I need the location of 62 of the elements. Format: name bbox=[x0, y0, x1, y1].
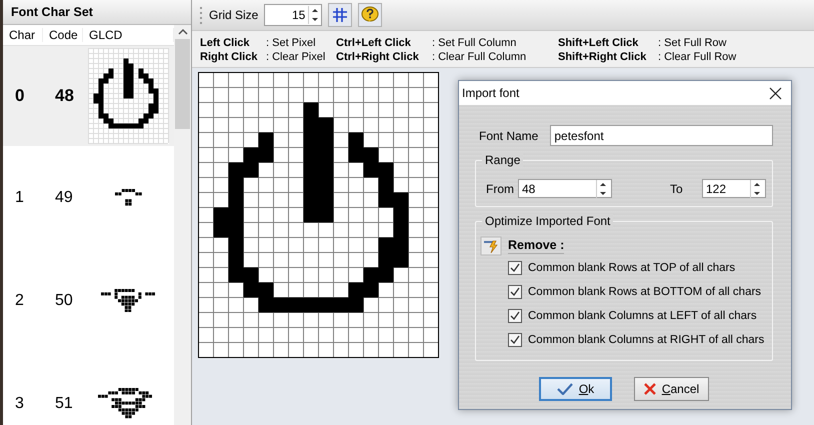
dialog-title: Import font bbox=[462, 86, 520, 100]
range-legend: Range bbox=[482, 153, 524, 167]
code-cell-text: 50 bbox=[54, 292, 74, 310]
glyph-thumbnail-drawing bbox=[114, 189, 142, 206]
to-field[interactable]: 122 bbox=[702, 179, 766, 198]
optimize-legend: Optimize Imported Font bbox=[482, 214, 614, 228]
font-name-field[interactable]: petesfont bbox=[550, 125, 773, 146]
code-cell-text: 49 bbox=[54, 188, 74, 206]
checkbox[interactable] bbox=[508, 333, 522, 347]
help-button[interactable] bbox=[358, 3, 382, 27]
grid-toggle-button[interactable] bbox=[328, 3, 352, 27]
shortcut-action: : Clear Full Row bbox=[658, 51, 738, 63]
option-label: Common blank Rows at TOP of all chars bbox=[528, 262, 736, 274]
shortcut-key: Ctrl+Right Click bbox=[336, 51, 432, 63]
option-label: Common blank Rows at BOTTOM of all chars bbox=[528, 286, 762, 298]
checkbox[interactable] bbox=[508, 309, 522, 323]
option-label: Common blank Columns at RIGHT of all chars bbox=[528, 334, 764, 346]
shortcut-key: Shift+Right Click bbox=[558, 51, 658, 63]
checkbox[interactable] bbox=[508, 285, 522, 299]
shortcut-key: Right Click bbox=[200, 51, 266, 63]
ok-button[interactable]: Ok bbox=[539, 377, 612, 401]
grid-icon bbox=[332, 7, 348, 23]
close-icon[interactable] bbox=[767, 85, 783, 101]
grid-size-field[interactable]: 15 bbox=[264, 4, 322, 26]
from-label: From bbox=[486, 182, 515, 196]
char-row[interactable]: 2 50 bbox=[3, 249, 174, 352]
shortcut-action: : Set Pixel bbox=[266, 37, 317, 49]
code-cell-text: 48 bbox=[54, 86, 75, 106]
shortcut-action: : Clear Pixel bbox=[266, 51, 326, 63]
char-cell-text: 3 bbox=[14, 394, 25, 412]
scrollbar[interactable] bbox=[174, 25, 191, 425]
glyph-thumbnail-drawing bbox=[101, 288, 156, 312]
panel-title: Font Char Set bbox=[3, 0, 191, 25]
option-label: Common blank Columns at LEFT of all chars bbox=[528, 310, 757, 322]
to-label: To bbox=[670, 182, 684, 196]
grid-size-label: Grid Size bbox=[209, 8, 258, 22]
toolbar-grip-icon bbox=[200, 6, 203, 24]
close-icon bbox=[644, 383, 656, 395]
check-icon bbox=[556, 383, 573, 395]
scrollbar-thumb[interactable] bbox=[175, 39, 190, 129]
char-cell-text: 2 bbox=[14, 292, 25, 310]
font-name-label: Font Name bbox=[479, 128, 538, 142]
column-header[interactable]: Char bbox=[3, 28, 43, 42]
shortcut-action: : Set Full Row bbox=[658, 37, 728, 49]
shortcut-key: Shift+Left Click bbox=[558, 37, 658, 49]
shortcut-action: : Set Full Column bbox=[432, 37, 518, 49]
remove-label: Remove : bbox=[508, 238, 564, 254]
char-row[interactable]: 0 48 bbox=[3, 46, 174, 146]
char-cell-text: 1 bbox=[14, 188, 25, 206]
help-icon bbox=[361, 6, 380, 24]
from-field[interactable]: 48 bbox=[518, 179, 612, 198]
char-row[interactable]: 1 49 bbox=[3, 146, 174, 249]
column-header[interactable]: Code bbox=[43, 28, 83, 42]
char-row[interactable]: 3 51 bbox=[3, 352, 174, 425]
char-cell-text: 0 bbox=[14, 86, 26, 106]
shortcut-key: Left Click bbox=[200, 37, 266, 49]
shortcut-key: Ctrl+Left Click bbox=[336, 37, 432, 49]
checkbox[interactable] bbox=[508, 261, 522, 275]
code-cell-text: 51 bbox=[54, 394, 74, 412]
cancel-button[interactable]: Cancel bbox=[634, 377, 709, 401]
pixel-grid-drawing[interactable] bbox=[198, 72, 439, 358]
shortcut-action: : Clear Full Column bbox=[432, 51, 528, 63]
